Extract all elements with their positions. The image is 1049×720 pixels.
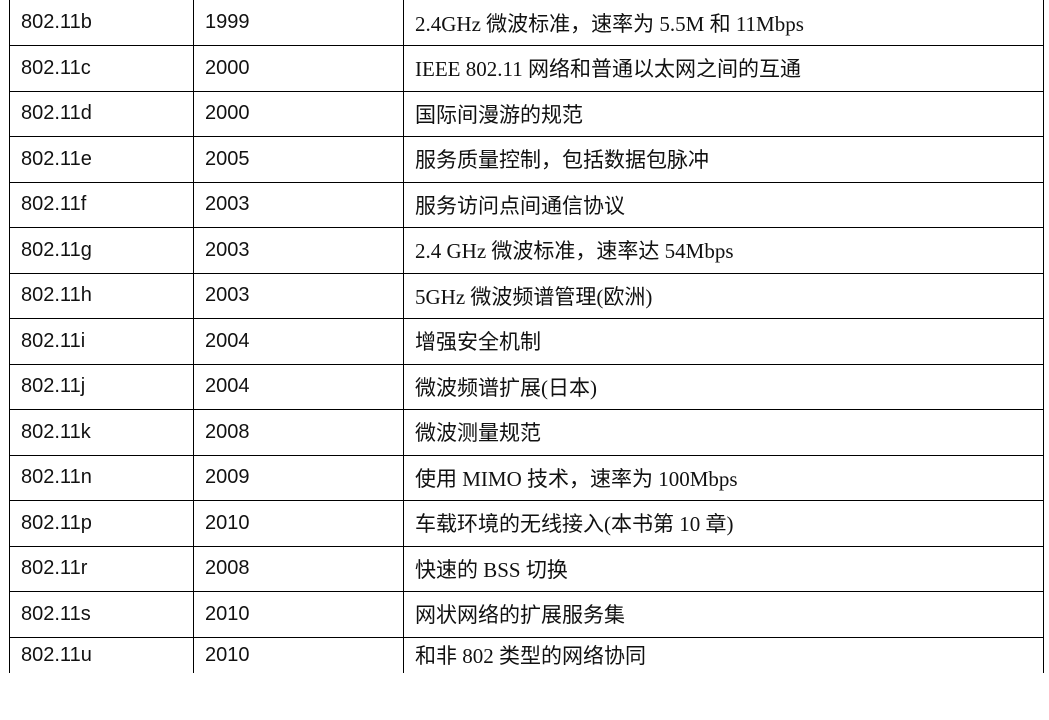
description-cell: 微波频谱扩展(日本)	[403, 363, 1044, 410]
description-cell: 2.4 GHz 微波标准，速率达 54Mbps	[403, 227, 1044, 274]
ieee-802-11-standards-table: 802.11b 1999 2.4GHz 微波标准，速率为 5.5M 和 11Mbps…	[9, 0, 1044, 673]
year-cell: 2010	[193, 500, 404, 547]
year-cell: 2003	[193, 181, 404, 228]
description-cell: 车载环境的无线接入(本书第 10 章)	[403, 500, 1044, 547]
table-row: 802.11i 2004 增强安全机制	[9, 318, 1044, 365]
standard-cell: 802.11s	[9, 591, 194, 638]
standard-cell: 802.11i	[9, 318, 194, 365]
year-cell: 2004	[193, 363, 404, 410]
standard-cell: 802.11h	[9, 272, 194, 319]
table-row: 802.11b 1999 2.4GHz 微波标准，速率为 5.5M 和 11Mbps	[9, 0, 1044, 46]
table-row: 802.11j 2004 微波频谱扩展(日本)	[9, 363, 1044, 410]
table-row: 802.11p 2010 车载环境的无线接入(本书第 10 章)	[9, 500, 1044, 547]
standard-cell: 802.11j	[9, 363, 194, 410]
year-cell: 2004	[193, 318, 404, 365]
description-cell: 增强安全机制	[403, 318, 1044, 365]
standard-cell: 802.11c	[9, 45, 194, 92]
year-cell: 2003	[193, 272, 404, 319]
description-cell: 5GHz 微波频谱管理(欧洲)	[403, 272, 1044, 319]
year-cell: 2003	[193, 227, 404, 274]
standard-cell: 802.11d	[9, 90, 194, 137]
standard-cell: 802.11g	[9, 227, 194, 274]
year-cell: 2000	[193, 90, 404, 137]
year-cell: 1999	[193, 0, 404, 46]
table-row: 802.11f 2003 服务访问点间通信协议	[9, 181, 1044, 228]
description-cell: 和非 802 类型的网络协同	[403, 636, 1044, 673]
standard-cell: 802.11p	[9, 500, 194, 547]
description-cell: 2.4GHz 微波标准，速率为 5.5M 和 11Mbps	[403, 0, 1044, 46]
table-body: 802.11b 1999 2.4GHz 微波标准，速率为 5.5M 和 11Mbps…	[9, 0, 1044, 673]
table-row: 802.11n 2009 使用 MIMO 技术，速率为 100Mbps	[9, 454, 1044, 501]
standard-cell: 802.11k	[9, 409, 194, 456]
standard-cell: 802.11u	[9, 636, 194, 673]
year-cell: 2008	[193, 545, 404, 592]
standard-cell: 802.11f	[9, 181, 194, 228]
table-row: 802.11c 2000 IEEE 802.11 网络和普通以太网之间的互通	[9, 45, 1044, 92]
year-cell: 2005	[193, 136, 404, 183]
year-cell: 2008	[193, 409, 404, 456]
standard-cell: 802.11n	[9, 454, 194, 501]
description-cell: 服务质量控制，包括数据包脉冲	[403, 136, 1044, 183]
standard-cell: 802.11e	[9, 136, 194, 183]
table-row: 802.11k 2008 微波测量规范	[9, 409, 1044, 456]
description-cell: 服务访问点间通信协议	[403, 181, 1044, 228]
year-cell: 2010	[193, 591, 404, 638]
table-row: 802.11s 2010 网状网络的扩展服务集	[9, 591, 1044, 638]
description-cell: 微波测量规范	[403, 409, 1044, 456]
table-row: 802.11r 2008 快速的 BSS 切换	[9, 545, 1044, 592]
description-cell: 快速的 BSS 切换	[403, 545, 1044, 592]
table-row: 802.11d 2000 国际间漫游的规范	[9, 90, 1044, 137]
description-cell: 国际间漫游的规范	[403, 90, 1044, 137]
year-cell: 2000	[193, 45, 404, 92]
description-cell: IEEE 802.11 网络和普通以太网之间的互通	[403, 45, 1044, 92]
year-cell: 2009	[193, 454, 404, 501]
table-row: 802.11u 2010 和非 802 类型的网络协同	[9, 636, 1044, 673]
description-cell: 使用 MIMO 技术，速率为 100Mbps	[403, 454, 1044, 501]
year-cell: 2010	[193, 636, 404, 673]
table-row: 802.11g 2003 2.4 GHz 微波标准，速率达 54Mbps	[9, 227, 1044, 274]
standard-cell: 802.11b	[9, 0, 194, 46]
standard-cell: 802.11r	[9, 545, 194, 592]
table-row: 802.11h 2003 5GHz 微波频谱管理(欧洲)	[9, 272, 1044, 319]
description-cell: 网状网络的扩展服务集	[403, 591, 1044, 638]
table-row: 802.11e 2005 服务质量控制，包括数据包脉冲	[9, 136, 1044, 183]
